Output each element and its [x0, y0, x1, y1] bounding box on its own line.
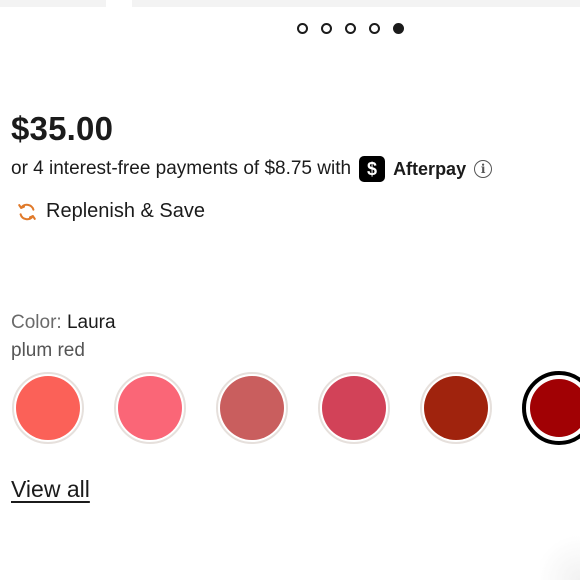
carousel-dot-5[interactable]: [393, 23, 404, 34]
carousel-pagination: [297, 23, 404, 34]
corner-shadow: [540, 530, 580, 580]
swatch-fill: [424, 376, 488, 440]
info-icon[interactable]: i: [474, 160, 493, 178]
color-swatch-1[interactable]: [12, 372, 84, 444]
color-swatch-list: [12, 371, 580, 445]
color-selected-name: Laura: [66, 312, 116, 333]
replenish-label: Replenish & Save: [46, 200, 205, 222]
color-swatch-3[interactable]: [216, 372, 288, 444]
swatch-fill: [530, 379, 580, 437]
carousel-dot-4[interactable]: [369, 23, 380, 34]
carousel-dot-1[interactable]: [297, 23, 308, 34]
swatch-fill: [118, 376, 182, 440]
color-selection-label: Color: Laura plum red: [11, 309, 116, 365]
image-carousel-bottom-edge: [0, 0, 580, 8]
color-swatch-2[interactable]: [114, 372, 186, 444]
product-detail-panel: $35.00 or 4 interest-free payments of $8…: [0, 0, 580, 580]
afterpay-brand: Afterpay: [393, 158, 467, 179]
color-swatch-4[interactable]: [318, 372, 390, 444]
afterpay-text: or 4 interest-free payments of $8.75 wit…: [11, 158, 352, 179]
carousel-image-edge-left: [0, 0, 106, 7]
carousel-image-edge-right: [132, 0, 580, 7]
afterpay-installments: or 4 interest-free payments of $8.75 wit…: [11, 156, 493, 182]
product-price: $35.00: [11, 110, 114, 147]
color-swatch-6-selected[interactable]: [522, 371, 580, 445]
carousel-dot-3[interactable]: [345, 23, 356, 34]
refresh-icon: [18, 203, 36, 220]
color-selected-description: plum red: [11, 340, 85, 361]
afterpay-logo-icon: $: [359, 156, 386, 182]
view-all-link[interactable]: View all: [11, 476, 90, 503]
carousel-dot-2[interactable]: [321, 23, 332, 34]
swatch-fill: [220, 376, 284, 440]
swatch-fill: [16, 376, 80, 440]
color-label-key: Color:: [11, 312, 62, 333]
swatch-fill: [322, 376, 386, 440]
replenish-and-save[interactable]: Replenish & Save: [16, 200, 205, 223]
color-swatch-5[interactable]: [420, 372, 492, 444]
